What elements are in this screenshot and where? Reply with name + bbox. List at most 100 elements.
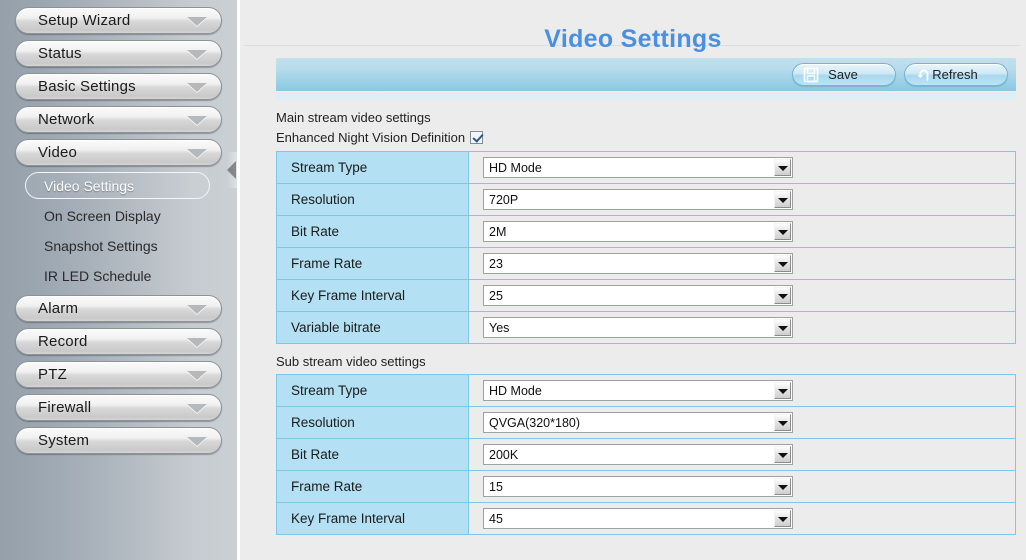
sidebar-item-label: PTZ (38, 366, 67, 383)
video-settings-page: Setup Wizard Status Basic Settings Netwo… (0, 0, 1026, 560)
refresh-button[interactable]: Refresh (904, 63, 1008, 86)
chevron-down-icon (187, 49, 207, 59)
sidebar-item-video-settings[interactable]: Video Settings (25, 172, 210, 199)
row-value-cell: 23 (468, 247, 1016, 280)
chevron-down-icon[interactable] (774, 223, 791, 240)
sidebar-subnav-video: Video Settings On Screen Display Snapsho… (0, 172, 237, 289)
sidebar-item-status[interactable]: Status (15, 40, 222, 67)
sidebar-item-video[interactable]: Video (15, 139, 222, 166)
sub-key-frame-interval-select[interactable]: 45 (483, 508, 793, 529)
sidebar-subitem-label: IR LED Schedule (44, 267, 152, 284)
sidebar-item-label: Network (38, 111, 95, 128)
table-row: Key Frame Interval 25 (276, 279, 1016, 312)
chevron-down-icon (187, 148, 207, 158)
row-value-cell: 200K (468, 438, 1016, 471)
row-label: Frame Rate (276, 470, 469, 503)
chevron-down-icon[interactable] (774, 191, 791, 208)
sidebar-item-on-screen-display[interactable]: On Screen Display (25, 202, 210, 229)
sub-stream-table: Stream Type HD Mode Resolution QVGA(320*… (276, 374, 1016, 535)
sidebar-subitem-label: Snapshot Settings (44, 237, 158, 254)
resolution-select[interactable]: 720P (483, 189, 793, 210)
save-button-label: Save (828, 67, 858, 82)
main-stream-table: Stream Type HD Mode Resolution 720P Bit … (276, 151, 1016, 344)
chevron-down-icon[interactable] (774, 319, 791, 336)
bit-rate-value: 2M (489, 225, 507, 239)
save-button[interactable]: Save (792, 63, 896, 86)
sub-frame-rate-select[interactable]: 15 (483, 476, 793, 497)
refresh-arrow-icon (915, 67, 931, 83)
row-label: Bit Rate (276, 215, 469, 248)
sidebar-item-ptz[interactable]: PTZ (15, 361, 222, 388)
sidebar-item-label: Alarm (38, 300, 79, 317)
sub-stream-type-select[interactable]: HD Mode (483, 380, 793, 401)
sidebar-item-label: System (38, 432, 90, 449)
row-label: Bit Rate (276, 438, 469, 471)
enhanced-night-vision-checkbox[interactable] (470, 131, 484, 144)
chevron-down-icon[interactable] (774, 478, 791, 495)
table-row: Resolution 720P (276, 183, 1016, 216)
chevron-down-icon (187, 82, 207, 92)
chevron-down-icon[interactable] (774, 287, 791, 304)
sidebar-collapse-handle[interactable] (226, 152, 237, 188)
row-value-cell: HD Mode (468, 374, 1016, 407)
sidebar-item-setup-wizard[interactable]: Setup Wizard (15, 7, 222, 34)
sub-stream-type-value: HD Mode (489, 384, 542, 398)
sidebar-item-ir-led-schedule[interactable]: IR LED Schedule (25, 262, 210, 289)
sidebar-item-label: Video (38, 144, 78, 161)
chevron-down-icon[interactable] (774, 446, 791, 463)
table-row: Bit Rate 2M (276, 215, 1016, 248)
row-label: Stream Type (276, 374, 469, 407)
sidebar: Setup Wizard Status Basic Settings Netwo… (0, 0, 237, 560)
row-label: Key Frame Interval (276, 502, 469, 535)
enhanced-night-vision-label: Enhanced Night Vision Definition (276, 130, 466, 145)
chevron-down-icon[interactable] (774, 159, 791, 176)
frame-rate-select[interactable]: 23 (483, 253, 793, 274)
sub-resolution-select[interactable]: QVGA(320*180) (483, 412, 793, 433)
sidebar-item-firewall[interactable]: Firewall (15, 394, 222, 421)
key-frame-interval-select[interactable]: 25 (483, 285, 793, 306)
variable-bitrate-select[interactable]: Yes (483, 317, 793, 338)
row-label: Variable bitrate (276, 311, 469, 344)
sub-bit-rate-select[interactable]: 200K (483, 444, 793, 465)
sidebar-item-snapshot-settings[interactable]: Snapshot Settings (25, 232, 210, 259)
row-label: Frame Rate (276, 247, 469, 280)
chevron-down-icon (187, 436, 207, 446)
page-header: Video Settings (240, 0, 1026, 58)
sidebar-subitem-label: Video Settings (44, 177, 135, 194)
table-row: Frame Rate 15 (276, 470, 1016, 503)
sidebar-item-basic-settings[interactable]: Basic Settings (15, 73, 222, 100)
row-value-cell: QVGA(320*180) (468, 406, 1016, 439)
row-label: Stream Type (276, 151, 469, 184)
row-value-cell: 45 (468, 502, 1016, 535)
chevron-down-icon[interactable] (774, 510, 791, 527)
toolbar-underline (276, 93, 1016, 100)
sidebar-subitem-label: On Screen Display (44, 207, 161, 224)
page-title: Video Settings (544, 25, 722, 53)
row-value-cell: 720P (468, 183, 1016, 216)
table-row: Stream Type HD Mode (276, 374, 1016, 407)
action-toolbar: Save Refresh (276, 58, 1016, 91)
row-label: Resolution (276, 406, 469, 439)
sidebar-item-network[interactable]: Network (15, 106, 222, 133)
chevron-down-icon (187, 16, 207, 26)
main-stream-section-label: Main stream video settings (276, 110, 431, 125)
sidebar-item-system[interactable]: System (15, 427, 222, 454)
chevron-down-icon[interactable] (774, 414, 791, 431)
bit-rate-select[interactable]: 2M (483, 221, 793, 242)
chevron-down-icon[interactable] (774, 382, 791, 399)
sub-key-frame-interval-value: 45 (489, 512, 503, 526)
chevron-down-icon (187, 115, 207, 125)
stream-type-select[interactable]: HD Mode (483, 157, 793, 178)
sub-bit-rate-value: 200K (489, 448, 519, 462)
content-area: Video Settings Save Refresh Main stream … (240, 0, 1026, 560)
table-row: Stream Type HD Mode (276, 151, 1016, 184)
chevron-down-icon[interactable] (774, 255, 791, 272)
sidebar-item-alarm[interactable]: Alarm (15, 295, 222, 322)
sidebar-item-record[interactable]: Record (15, 328, 222, 355)
chevron-down-icon (187, 370, 207, 380)
floppy-disk-icon (803, 67, 819, 83)
chevron-down-icon (187, 403, 207, 413)
table-row: Key Frame Interval 45 (276, 502, 1016, 535)
row-value-cell: Yes (468, 311, 1016, 344)
key-frame-interval-value: 25 (489, 289, 503, 303)
